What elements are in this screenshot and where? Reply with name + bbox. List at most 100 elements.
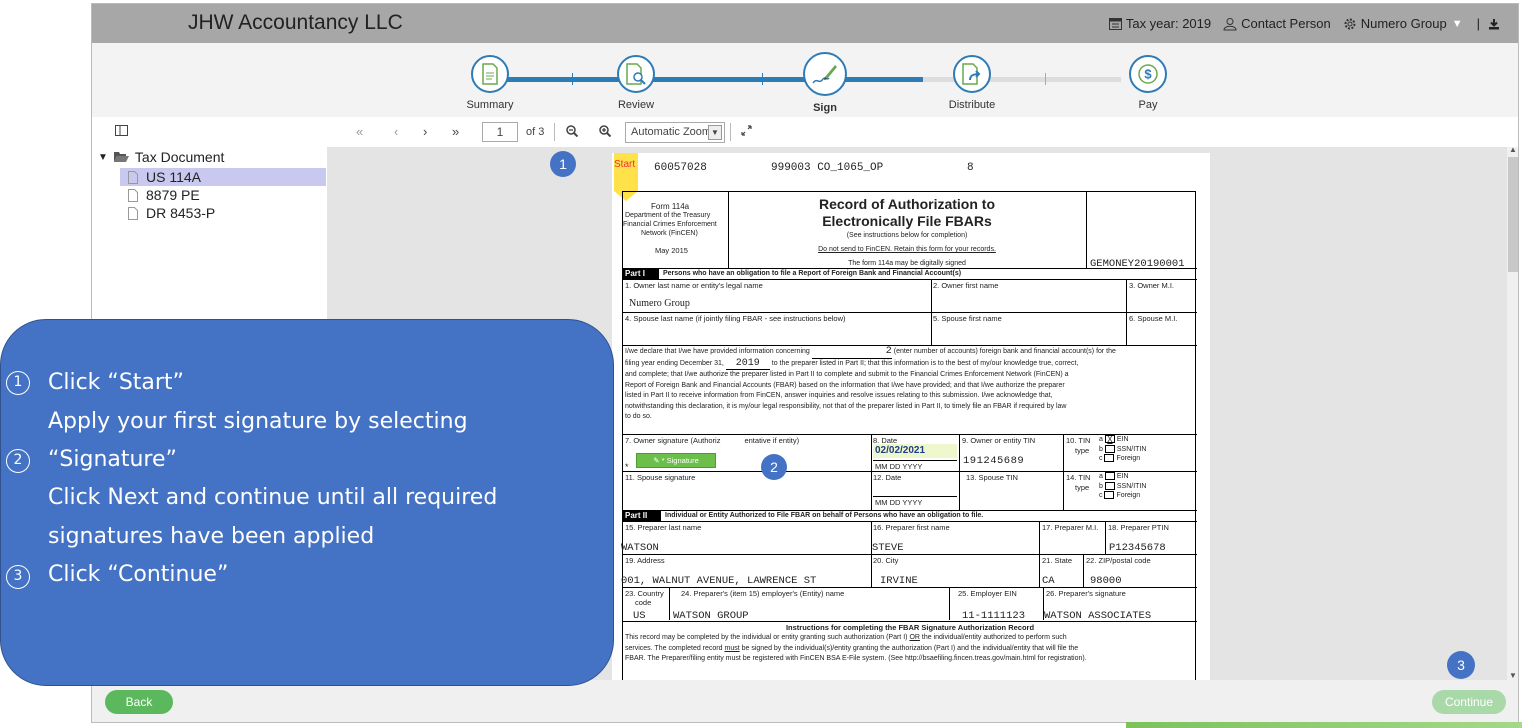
form-note: Do not send to FinCEN. Retain this form … [818,246,996,253]
top-header: JHW Accountancy LLC Tax year: 2019 Conta… [92,4,1518,43]
callout-line: Click “Start” [48,370,184,395]
continue-button[interactable]: Continue [1432,690,1506,714]
zoom-in-icon[interactable] [599,125,611,137]
callout-line: Click “Continue” [48,562,229,587]
field-label: 7. Owner signature (Authoriz entative if … [625,436,800,445]
org-label: Numero Group [1360,16,1447,31]
track-tick [572,73,573,85]
callout-number: 1 [6,371,30,395]
svg-text:$: $ [1144,67,1152,82]
owner-last-name: Numero Group [629,298,690,309]
first-page-button[interactable]: « [356,124,363,139]
account-count: 2 [811,346,892,359]
org-dropdown[interactable]: Numero Group ▼ [1343,16,1463,31]
preparer-ptin: P12345678 [1109,542,1166,554]
ssn-checkbox[interactable] [1104,444,1115,453]
field-label: 6. Spouse M.I. [1129,314,1178,323]
fullscreen-icon[interactable] [741,125,752,136]
doc-id: 60057028 [654,162,707,174]
chevron-down-icon: ▼ [98,151,108,163]
instructions-title: Instructions for completing the FBAR Sig… [785,623,1035,632]
tree-folder-label: Tax Document [134,149,225,165]
step-sign[interactable]: Sign [775,52,875,114]
form-note: (See instructions below for completion) [846,232,968,239]
step-sign-label: Sign [813,102,837,114]
field-label: 21. State [1042,556,1073,565]
field-label: type [1075,446,1090,455]
field-label: 18. Preparer PTIN [1108,523,1169,532]
page-count: of 3 [526,126,545,138]
ssn-checkbox[interactable] [1104,481,1115,490]
field-label: 10. TIN [1066,436,1091,445]
field-label: 5. Spouse first name [933,314,1002,323]
zoom-out-icon[interactable] [566,125,578,137]
tree-file-8879-pe[interactable]: 8879 PE [120,186,326,204]
scroll-up-icon[interactable]: ▲ [1509,147,1517,154]
step-pay-label: Pay [1138,99,1158,111]
divider [554,123,555,141]
form-number: Form 114a [651,202,690,211]
file-icon [128,188,138,202]
foreign-checkbox[interactable] [1104,491,1115,500]
preparer-address: 001, WALNUT AVENUE, LAWRENCE ST [621,575,817,587]
callout-line: Click Next and continue until all requir… [48,485,498,510]
tree-folder-tax-document[interactable]: ▼ Tax Document [98,149,224,165]
prev-page-button[interactable]: ‹ [394,124,398,139]
viewer-scrollbar[interactable]: ▲ ▼ [1507,147,1518,680]
workflow-stepper: Summary Review Sign Distribute $ Pay [92,43,1518,117]
field-label: 25. Employer EIN [958,589,1017,598]
scroll-down-icon[interactable]: ▼ [1509,671,1517,680]
callout-line: Apply your first signature by selecting [48,409,468,434]
signature-button[interactable]: ✎ * Signature [636,453,716,468]
last-page-button[interactable]: » [452,124,459,139]
pen-icon: ✎ [653,456,660,465]
field-label: 9. Owner or entity TIN [962,436,1036,445]
step-pay[interactable]: $ Pay [1098,55,1198,111]
tax-year-selector[interactable]: Tax year: 2019 [1108,16,1211,31]
field-label: 4. Spouse last name (if jointly filing F… [625,314,846,323]
tree-file-us-114a[interactable]: US 114A [120,168,326,186]
start-flag-label: Start [614,159,636,170]
field-label: 17. Preparer M.I. [1042,523,1099,532]
page-number-input[interactable]: 1 [482,122,518,142]
doc-code: 999003 CO_1065_OP [771,162,884,174]
field-label: 16. Preparer first name [873,523,950,532]
zoom-select[interactable]: Automatic Zoom ▼ [625,122,725,143]
folder-open-icon [113,152,129,162]
step-summary[interactable]: Summary [440,55,540,111]
brand-name: JHW Accountancy LLC [188,11,403,34]
preparer-state: CA [1042,575,1055,587]
next-page-button[interactable]: › [423,124,427,139]
tin-options: a EIN b SSN/ITIN c Foreign [1099,472,1147,500]
step-review-label: Review [617,99,655,111]
dept-line: Network (FinCEN) [641,230,698,237]
preparer-zip: 98000 [1090,575,1122,587]
step-distribute-circle [953,55,991,93]
field-label: 3. Owner M.I. [1129,281,1175,290]
part2-label: Part II [623,511,661,521]
gear-icon [1344,18,1356,29]
foreign-checkbox[interactable] [1104,454,1115,463]
tree-file-dr-8453-p[interactable]: DR 8453-P [120,204,326,222]
track-tick [1045,73,1046,85]
pen-icon [812,65,837,84]
ein-checkbox[interactable] [1104,472,1115,481]
field-label: 1. Owner last name or entity's legal nam… [625,281,763,290]
ein-checkbox[interactable]: X [1104,435,1115,444]
step-review[interactable]: Review [586,55,686,111]
sidebar-toggle-icon[interactable] [115,125,128,136]
download-button[interactable] [1488,18,1504,30]
zoom-value: Automatic Zoom [631,126,712,138]
contact-person-link[interactable]: Contact Person [1223,16,1331,31]
step-distribute[interactable]: Distribute [922,55,1022,111]
field-label: 20. City [873,556,899,565]
back-button[interactable]: Back [105,690,173,714]
field-label: 15. Preparer last name [625,523,702,532]
filing-year: 2019 [725,358,770,370]
declaration-text: I/we declare that I/we have provided inf… [625,346,1116,420]
scrollbar-thumb[interactable] [1508,157,1518,272]
field-label: 2. Owner first name [933,281,999,290]
date-format: MM DD YYYY [875,498,923,507]
calendar-icon [1108,18,1122,30]
step-badge-3: 3 [1447,651,1475,679]
